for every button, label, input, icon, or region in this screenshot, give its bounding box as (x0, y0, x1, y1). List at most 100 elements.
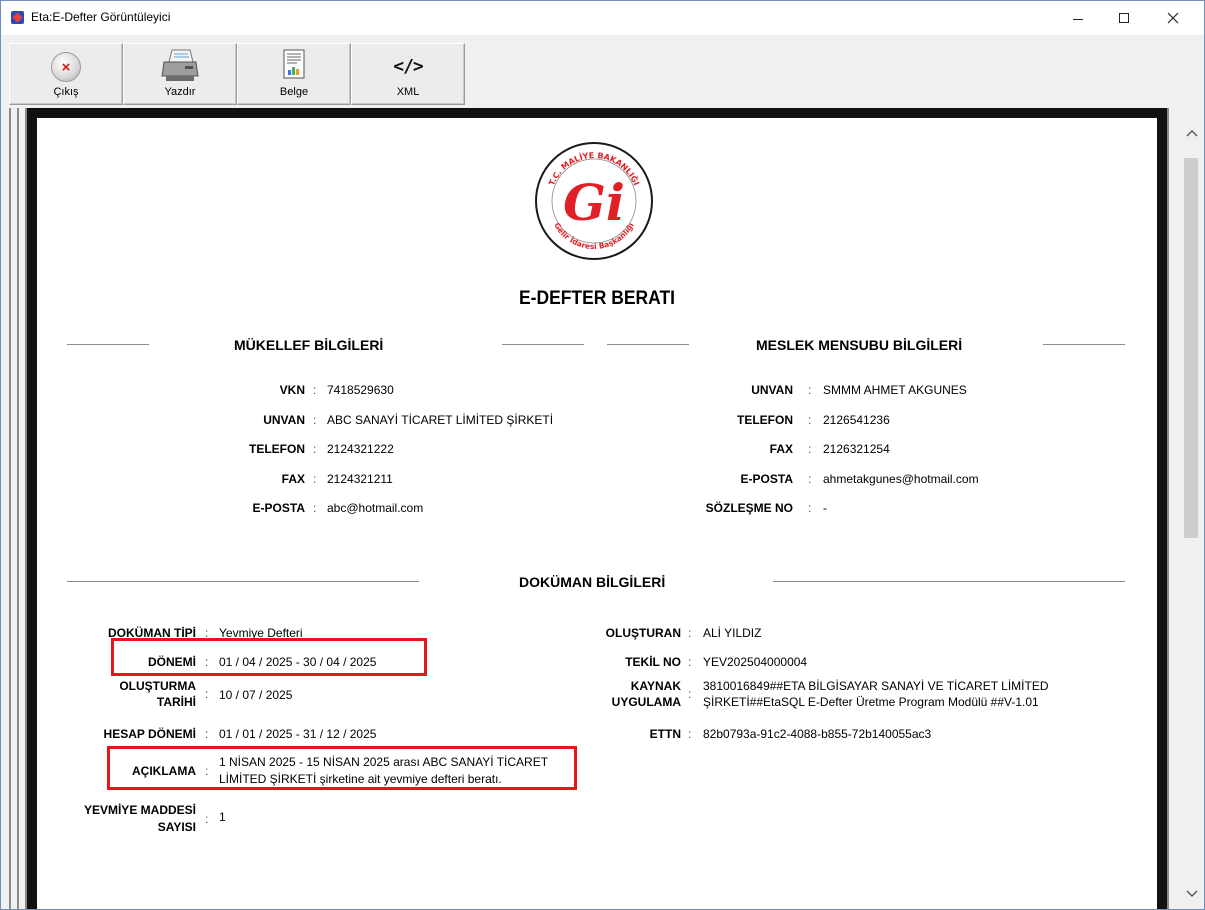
creator-value: ALİ YILDIZ (703, 626, 762, 640)
document-viewer[interactable]: T.C. MALİYE BAKANLIĞI Gelir İdaresi Başk… (1, 108, 1204, 909)
created-date-label-line2: TARİHİ (156, 695, 196, 709)
taxpayer-vkn-value: 7418529630 (327, 383, 394, 397)
taxpayer-email-value: abc@hotmail.com (327, 501, 424, 515)
colon: : (313, 472, 317, 486)
divider (67, 581, 419, 582)
exit-button[interactable]: × Çıkış (9, 43, 123, 105)
accountant-unvan-value: SMMM AHMET AKGUNES (823, 383, 967, 397)
accountant-fax-value: 2126321254 (823, 442, 890, 456)
taxpayer-email-label: E-POSTA (252, 501, 305, 515)
scroll-down-button[interactable] (1179, 879, 1204, 909)
ettn-value: 82b0793a-91c2-4088-b855-72b140055ac3 (703, 727, 932, 741)
colon: : (313, 383, 317, 397)
divider (607, 344, 689, 345)
document-button[interactable]: Belge (237, 43, 351, 105)
colon: : (808, 472, 812, 486)
divider (773, 581, 1125, 582)
printer-icon (161, 49, 199, 81)
colon: : (808, 413, 812, 427)
minimize-icon (1073, 18, 1083, 20)
close-icon (1167, 12, 1179, 24)
colon: : (313, 501, 317, 515)
app-icon (11, 11, 24, 24)
doc-info-heading: DOKÜMAN BİLGİLERİ (519, 574, 666, 590)
colon: : (688, 727, 692, 741)
colon: : (808, 442, 812, 456)
accountant-phone-value: 2126541236 (823, 413, 890, 427)
ettn-label: ETTN (649, 727, 681, 741)
source-app-label-line1: KAYNAK (630, 679, 681, 693)
print-button[interactable]: Yazdır (123, 43, 237, 105)
xml-label: XML (396, 86, 420, 98)
taxpayer-phone-value: 2124321222 (327, 442, 394, 456)
entry-count-label-line2: SAYISI (157, 820, 196, 834)
colon: : (205, 727, 209, 741)
logo-glyph: Gi (563, 173, 625, 232)
maximize-icon (1119, 13, 1129, 23)
scroll-up-button[interactable] (1179, 118, 1204, 148)
created-date-label-line1: OLUŞTURMA (119, 679, 196, 693)
accountant-heading: MESLEK MENSUBU BİLGİLERİ (756, 337, 963, 353)
window-title: Eta:E-Defter Görüntüleyici (31, 10, 171, 24)
source-app-label-line2: UYGULAMA (611, 695, 681, 709)
entry-count-value: 1 (219, 810, 226, 824)
taxpayer-fax-label: FAX (281, 472, 305, 486)
colon: : (205, 687, 209, 701)
accountant-contract-value: - (823, 501, 827, 515)
chevron-down-icon (1186, 890, 1197, 897)
divider (1043, 344, 1125, 345)
colon: : (688, 655, 692, 669)
colon: : (313, 413, 317, 427)
taxpayer-heading: MÜKELLEF BİLGİLERİ (234, 337, 384, 353)
colon: : (205, 812, 209, 826)
accountant-contract-label: SÖZLEŞME NO (705, 501, 793, 515)
maximize-button[interactable] (1101, 1, 1147, 35)
taxpayer-fax-value: 2124321211 (327, 472, 393, 486)
colon: : (688, 626, 692, 640)
taxpayer-unvan-value: ABC SANAYİ TİCARET LİMİTED ŞİRKETİ (327, 413, 554, 427)
fiscal-period-value: 01 / 01 / 2025 - 31 / 12 / 2025 (219, 727, 377, 741)
exit-icon: × (51, 52, 81, 82)
app-window: Eta:E-Defter Görüntüleyici × Çıkış Yazdı… (0, 0, 1205, 910)
print-label: Yazdır (164, 86, 196, 98)
taxpayer-unvan-label: UNVAN (263, 413, 305, 427)
accountant-email-value: ahmetakgunes@hotmail.com (823, 472, 979, 486)
divider (502, 344, 584, 345)
accountant-fax-label: FAX (769, 442, 793, 456)
fiscal-period-label: HESAP DÖNEMİ (103, 727, 196, 741)
toolbar: × Çıkış Yazdır Belge </> XML (9, 43, 465, 105)
vertical-scrollbar[interactable] (1179, 108, 1204, 909)
document-title: E-DEFTER BERATI (518, 288, 676, 309)
chevron-up-icon (1186, 130, 1197, 137)
accountant-unvan-label: UNVAN (751, 383, 793, 397)
taxpayer-vkn-label: VKN (279, 383, 305, 397)
minimize-button[interactable] (1055, 1, 1101, 35)
exit-label: Çıkış (53, 86, 79, 98)
viewer-frame-left (9, 108, 27, 909)
document-page: T.C. MALİYE BAKANLIĞI Gelir İdaresi Başk… (37, 118, 1157, 909)
gib-logo: T.C. MALİYE BAKANLIĞI Gelir İdaresi Başk… (535, 142, 653, 260)
colon: : (313, 442, 317, 456)
accountant-phone-label: TELEFON (737, 413, 793, 427)
creator-label: OLUŞTURAN (605, 626, 681, 640)
taxpayer-phone-label: TELEFON (249, 442, 305, 456)
colon: : (808, 501, 812, 515)
document-label: Belge (279, 86, 309, 98)
scroll-thumb[interactable] (1184, 158, 1198, 538)
viewer-frame-right (1167, 108, 1177, 909)
document-icon (283, 49, 305, 79)
period-highlight (111, 638, 427, 676)
created-date-value: 10 / 07 / 2025 (219, 688, 293, 702)
source-app-value-line2: ŞİRKETİ##EtaSQL E-Defter Üretme Program … (703, 695, 1039, 709)
colon: : (688, 687, 692, 701)
source-app-value-line1: 3810016849##ETA BİLGİSAYAR SANAYİ VE TİC… (703, 679, 1049, 693)
accountant-email-label: E-POSTA (740, 472, 793, 486)
unique-no-value: YEV202504000004 (703, 655, 808, 669)
close-button[interactable] (1150, 1, 1196, 35)
xml-button[interactable]: </> XML (351, 43, 465, 105)
colon: : (808, 383, 812, 397)
title-bar: Eta:E-Defter Görüntüleyici (1, 1, 1204, 35)
divider (67, 344, 149, 345)
description-highlight (107, 746, 577, 790)
code-icon: </> (393, 56, 423, 77)
